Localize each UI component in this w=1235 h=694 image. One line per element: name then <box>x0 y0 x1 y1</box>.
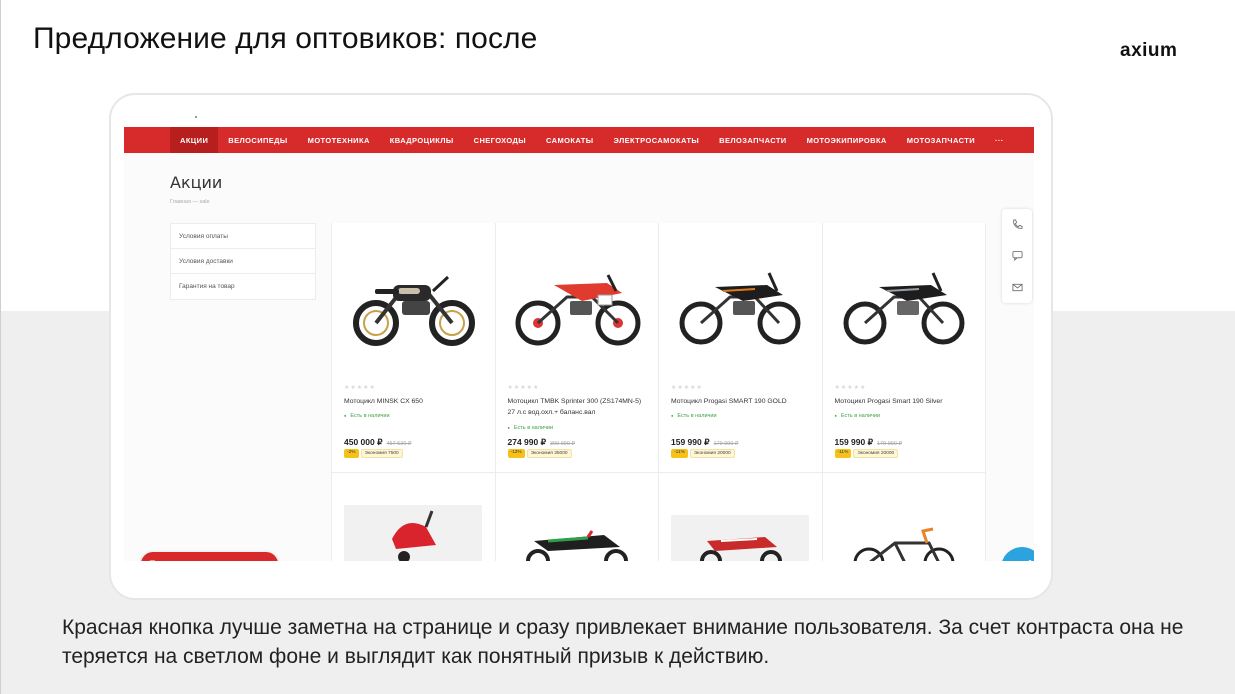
product-image[interactable] <box>508 501 646 561</box>
nav-item-moto-parts[interactable]: МОТОЗАПЧАСТИ <box>897 127 985 153</box>
old-price: 457 530 ₽ <box>386 441 412 447</box>
discount-badges: -12% Экономия 35000 <box>507 449 572 458</box>
product-name[interactable]: Мотоцикл MINSK CX 650 <box>344 397 486 408</box>
discount-badges: -11% Экономия 20000 <box>834 449 899 458</box>
slide-caption: Красная кнопка лучше заметна на странице… <box>62 616 1184 668</box>
product-card[interactable] <box>659 473 823 561</box>
product-name[interactable]: Мотоцикл Progasi SMART 190 GOLD <box>671 397 813 408</box>
product-card[interactable] <box>496 473 659 561</box>
price: 274 990 ₽ <box>507 437 547 447</box>
price-row: 274 990 ₽ 309 990 ₽ <box>508 437 575 448</box>
old-price: 309 990 ₽ <box>550 441 575 447</box>
nav-item-moto-gear[interactable]: МОТОЭКИПИРОВКА <box>797 127 897 153</box>
stock-status: Есть в наличии <box>508 425 553 431</box>
stock-status: Есть в наличии <box>835 413 880 419</box>
product-card[interactable] <box>332 473 496 561</box>
product-card[interactable] <box>823 473 986 561</box>
sidebar-menu: Условия оплаты Условия доставки Гарантия… <box>170 223 316 300</box>
saving-badge: Экономия 35000 <box>526 449 572 458</box>
telegram-icon[interactable] <box>1001 547 1034 561</box>
rating-stars: ★★★★★ <box>507 385 540 391</box>
phone-icon[interactable] <box>1010 218 1024 232</box>
discount-badge: -11% <box>671 449 688 458</box>
old-price: 179 990 ₽ <box>713 441 739 447</box>
stock-status: Есть в наличии <box>344 413 389 419</box>
product-card[interactable]: ★★★★★ Мотоцикл Progasi Smart 190 Silver … <box>822 223 986 473</box>
nav-item-e-scooters[interactable]: ЭЛЕКТРОСАМОКАТЫ <box>604 127 710 153</box>
product-card[interactable]: ★★★★★ Мотоцикл Progasi SMART 190 GOLD Ес… <box>659 223 823 473</box>
price-row: 159 990 ₽ 179 990 ₽ <box>671 437 738 448</box>
discount-badge: -2% <box>344 449 359 458</box>
chat-icon[interactable] <box>1010 249 1024 263</box>
slide-edge-line <box>0 0 1 694</box>
stock-status: Есть в наличии <box>671 413 716 419</box>
nav-item-more[interactable]: ··· <box>985 127 1014 153</box>
nav-item-snowmobiles[interactable]: СНЕГОХОДЫ <box>464 127 536 153</box>
mail-icon[interactable] <box>1010 280 1024 294</box>
website-screenshot: АКЦИИ ВЕЛОСИПЕДЫ МОТОТЕХНИКА КВАДРОЦИКЛЫ… <box>124 127 1034 561</box>
product-grid: ★★★★★ Мотоцикл MINSK CX 650 Есть в налич… <box>331 223 986 561</box>
rating-stars: ★★★★★ <box>834 385 867 391</box>
product-image[interactable] <box>835 247 973 357</box>
price-row: 159 990 ₽ 179 990 ₽ <box>835 437 902 448</box>
price: 159 990 ₽ <box>671 437 710 447</box>
product-image[interactable] <box>344 501 482 561</box>
product-card[interactable]: ★★★★★ Мотоцикл TMBK Sprinter 300 (ZS174M… <box>495 223 659 473</box>
product-image[interactable] <box>344 247 482 357</box>
price: 450 000 ₽ <box>344 437 383 447</box>
slide-title: Предложение для оптовиков: после <box>33 22 538 55</box>
product-name[interactable]: Мотоцикл Progasi Smart 190 Silver <box>835 397 977 408</box>
sidebar-item-payment[interactable]: Условия оплаты <box>171 224 315 249</box>
breadcrumb[interactable]: Главная — sale <box>170 199 210 205</box>
saving-badge: Экономия 7500 <box>360 449 403 458</box>
saving-badge: Экономия 20000 <box>853 449 899 458</box>
saving-badge: Экономия 20000 <box>689 449 735 458</box>
rating-stars: ★★★★★ <box>671 385 703 391</box>
product-image[interactable] <box>508 247 646 357</box>
product-name[interactable]: Мотоцикл TMBK Sprinter 300 (ZS174MN-5) 2… <box>508 397 650 419</box>
discount-badge: -12% <box>507 449 525 458</box>
sidebar-item-delivery[interactable]: Условия доставки <box>171 249 315 274</box>
nav-item-sale[interactable]: АКЦИИ <box>170 127 219 153</box>
main-nav: АКЦИИ ВЕЛОСИПЕДЫ МОТОТЕХНИКА КВАДРОЦИКЛЫ… <box>124 127 1034 153</box>
nav-item-bicycles[interactable]: ВЕЛОСИПЕДЫ <box>218 127 297 153</box>
page-title: Акции <box>170 173 223 192</box>
product-image[interactable] <box>671 501 809 561</box>
product-card[interactable]: ★★★★★ Мотоцикл MINSK CX 650 Есть в налич… <box>332 223 496 473</box>
discount-badge: -11% <box>834 449 852 458</box>
nav-item-bike-parts[interactable]: ВЕЛОЗАПЧАСТИ <box>709 127 796 153</box>
price: 159 990 ₽ <box>834 437 874 447</box>
frame-camera-dot <box>195 116 197 118</box>
old-price: 179 990 ₽ <box>877 441 902 447</box>
nav-item-motorcycles[interactable]: МОТОТЕХНИКА <box>298 127 380 153</box>
nav-item-quads[interactable]: КВАДРОЦИКЛЫ <box>380 127 464 153</box>
wholesale-offer-button[interactable]: Предложение для оптовиков <box>141 552 278 561</box>
product-image[interactable] <box>835 501 973 561</box>
discount-badges: -11% Экономия 20000 <box>671 449 735 458</box>
nav-item-scooters[interactable]: САМОКАТЫ <box>536 127 603 153</box>
price-row: 450 000 ₽ 457 530 ₽ <box>344 437 411 448</box>
screenshot-frame: АКЦИИ ВЕЛОСИПЕДЫ МОТОТЕХНИКА КВАДРОЦИКЛЫ… <box>109 93 1053 600</box>
product-image[interactable] <box>671 247 809 357</box>
axium-logo: axium <box>1120 40 1178 61</box>
sidebar-item-warranty[interactable]: Гарантия на товар <box>171 274 315 299</box>
contact-widget <box>1002 209 1032 303</box>
discount-badges: -2% Экономия 7500 <box>344 449 403 458</box>
rating-stars: ★★★★★ <box>344 385 376 391</box>
